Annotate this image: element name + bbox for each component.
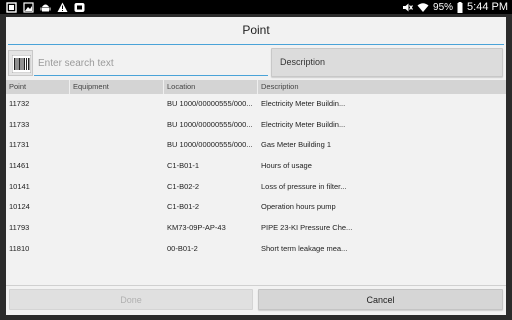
android-icon: [40, 4, 51, 11]
cell-equipment: [70, 156, 164, 177]
column-header-location[interactable]: Location: [164, 80, 258, 94]
table-row[interactable]: 11731 BU 1000/00000555/000... Gas Meter …: [6, 135, 506, 156]
cell-description: Hours of usage: [261, 161, 312, 171]
point-picker-dialog: Point Description Point Equipment Locati…: [6, 17, 506, 315]
table-row[interactable]: 11793 KM73-09P-AP-43 PIPE 23-KI Pressure…: [6, 218, 506, 239]
cell-equipment: [70, 177, 164, 198]
cell-equipment: [70, 135, 164, 156]
cell-description: PIPE 23-KI Pressure Che...: [261, 223, 353, 233]
column-header-equipment[interactable]: Equipment: [70, 80, 164, 94]
battery-icon: [457, 1, 463, 13]
title-divider: [8, 44, 504, 45]
search-row: Description: [6, 48, 506, 78]
search-input[interactable]: [34, 51, 268, 76]
cell-point: 11731: [9, 140, 30, 150]
table-row[interactable]: 11810 00-B01-2 Short term leakage mea...: [6, 239, 506, 260]
cell-location: C1-B01-1: [167, 161, 200, 171]
cancel-button[interactable]: Cancel: [258, 289, 503, 310]
cell-point: 10124: [9, 202, 30, 212]
alert-icon: [57, 2, 68, 12]
cell-point: 11461: [9, 161, 30, 171]
barcode-scan-button[interactable]: [8, 50, 33, 76]
column-header-description[interactable]: Description: [258, 80, 506, 94]
barcode-icon: [12, 55, 31, 73]
cell-description: Electricity Meter Buildin...: [261, 99, 346, 108]
cell-location: C1-B01-2: [167, 202, 200, 212]
cell-description: Loss of pressure in filter...: [261, 181, 347, 191]
cell-equipment: [70, 218, 164, 239]
cell-description: Electricity Meter Buildin...: [261, 119, 346, 129]
table-row[interactable]: 10124 C1-B01-2 Operation hours pump: [6, 197, 506, 218]
gallery-icon: [23, 1, 34, 13]
cell-location: BU 1000/00000555/000...: [167, 140, 253, 150]
cell-point: 11810: [9, 243, 30, 253]
wifi-icon: [417, 2, 429, 12]
app-icon: [74, 2, 85, 12]
cell-description: Operation hours pump: [261, 202, 336, 212]
column-header-point[interactable]: Point: [6, 80, 70, 94]
table-row[interactable]: 10141 C1-B02-2 Loss of pressure in filte…: [6, 177, 506, 198]
dialog-title: Point: [242, 23, 270, 37]
table-row[interactable]: 11732 BU 1000/00000555/000... Electricit…: [6, 94, 506, 115]
cell-equipment: [70, 197, 164, 218]
cell-description: Gas Meter Building 1: [261, 140, 332, 150]
cell-equipment: [70, 115, 164, 136]
cell-description: Short term leakage mea...: [261, 243, 348, 253]
table-header: Point Equipment Location Description: [6, 80, 506, 94]
cell-point: 10141: [9, 181, 30, 191]
table-row[interactable]: 11733 BU 1000/00000555/000... Electricit…: [6, 115, 506, 136]
cell-point: 11732: [9, 99, 30, 108]
battery-percent: 95%: [433, 1, 454, 13]
cell-location: C1-B02-2: [167, 181, 200, 191]
table-row[interactable]: 11461 C1-B01-1 Hours of usage: [6, 156, 506, 177]
mute-icon: [403, 3, 413, 11]
cell-point: 11793: [9, 223, 30, 233]
status-bar: 95% 5:44 PM: [0, 0, 512, 14]
cell-location: BU 1000/00000555/000...: [167, 99, 253, 108]
cell-equipment: [70, 239, 164, 260]
search-field-button[interactable]: Description: [271, 48, 503, 77]
points-table: Point Equipment Location Description 117…: [6, 80, 506, 260]
cell-location: 00-B01-2: [167, 243, 198, 253]
notification-icon: [6, 1, 17, 13]
footer-divider: [6, 285, 506, 286]
done-button[interactable]: Done: [9, 289, 253, 310]
cell-point: 11733: [9, 119, 30, 129]
cell-equipment: [70, 94, 164, 115]
cell-location: BU 1000/00000555/000...: [167, 119, 253, 129]
clock: 5:44 PM: [467, 1, 508, 13]
cell-location: KM73-09P-AP-43: [167, 223, 226, 233]
